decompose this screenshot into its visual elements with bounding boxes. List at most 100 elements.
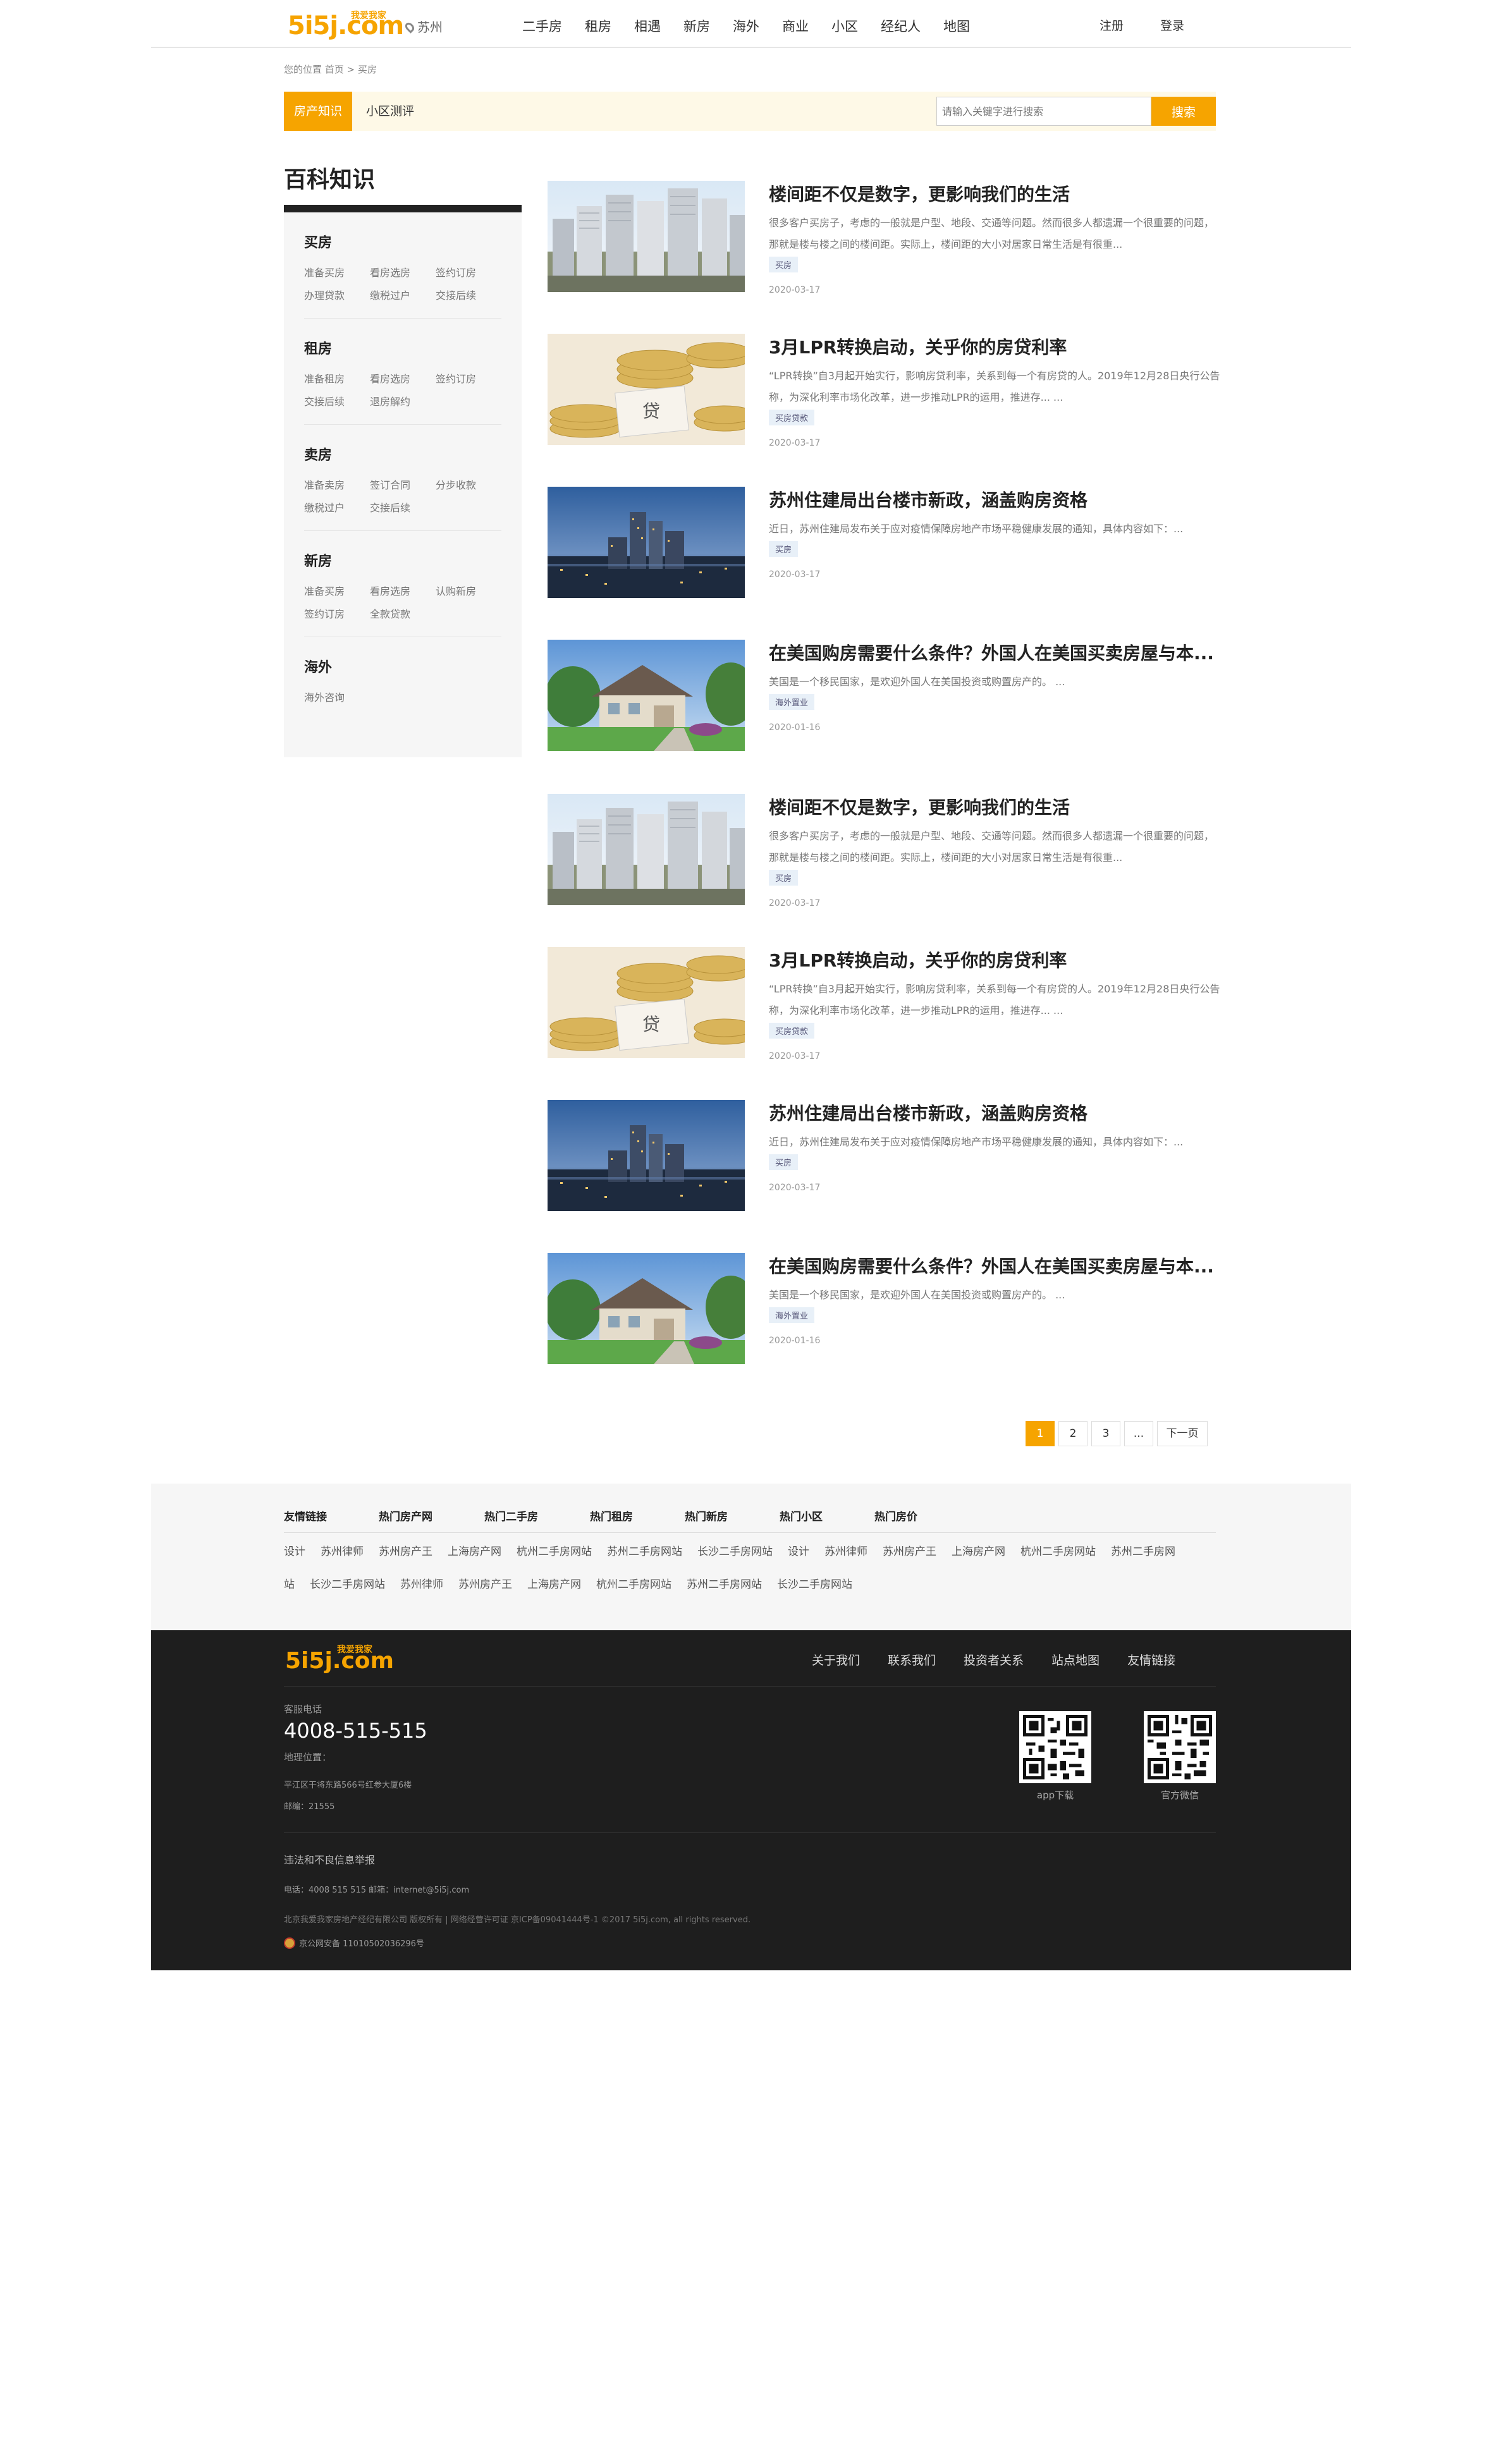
article-title[interactable]: 3月LPR转换启动，关乎你的房贷利率 [769, 947, 1222, 972]
category-title[interactable]: 卖房 [304, 444, 501, 464]
links-tab[interactable]: 友情链接 [284, 1508, 327, 1523]
footer-logo[interactable]: 5i5j.com 我爱我家 [285, 1640, 394, 1676]
footer-link-friends[interactable]: 友情链接 [1127, 1651, 1175, 1668]
category-link[interactable]: 缴税过户 [370, 287, 436, 302]
category-title[interactable]: 海外 [304, 656, 501, 676]
category-link[interactable]: 准备卖房 [304, 477, 370, 492]
friendly-link[interactable]: 苏州律师 [321, 1542, 364, 1558]
article-thumbnail[interactable] [548, 1253, 745, 1364]
nav-item-xiaoqu[interactable]: 小区 [831, 16, 858, 35]
friendly-link[interactable]: 长沙二手房网站 [777, 1575, 852, 1591]
friendly-link[interactable]: 苏州律师 [400, 1575, 443, 1591]
friendly-link[interactable]: 长沙二手房网站 [697, 1542, 773, 1558]
article-card[interactable]: 楼间距不仅是数字，更影响我们的生活 很多客户买房子，考虑的一般就是户型、地段、交通… [548, 181, 1218, 295]
article-card[interactable]: 贷 3月LPR转换启动，关乎你的房贷利率 “LPR转换”自3月起开始实行，影响房贷利… [548, 334, 1220, 448]
category-link[interactable]: 分步收款 [436, 477, 501, 492]
footer-link-contact[interactable]: 联系我们 [888, 1651, 936, 1668]
category-link[interactable]: 签约订房 [436, 370, 501, 386]
article-card[interactable]: 在美国购房需要什么条件？外国人在美国买卖房屋与本... 美国是一个移民国家，是欢迎… [548, 1253, 1218, 1364]
category-title[interactable]: 买房 [304, 231, 501, 252]
friendly-link[interactable]: 苏州二手房网站 [687, 1575, 762, 1591]
category-link[interactable]: 签约订房 [436, 264, 501, 279]
category-link[interactable]: 准备买房 [304, 583, 370, 598]
friendly-link[interactable]: 杭州二手房网站 [596, 1575, 671, 1591]
category-link[interactable]: 看房选房 [370, 583, 436, 598]
nav-item-ditu[interactable]: 地图 [943, 16, 970, 35]
page-3-button[interactable]: 3 [1091, 1421, 1120, 1446]
category-link[interactable]: 办理贷款 [304, 287, 370, 302]
article-card[interactable]: 苏州住建局出台楼市新政，涵盖购房资格 近日，苏州住建局发布关于应对疫情保障房地产市… [548, 487, 1218, 598]
category-link[interactable]: 签约订房 [304, 606, 370, 621]
footer-link-sitemap[interactable]: 站点地图 [1051, 1651, 1100, 1668]
article-card[interactable]: 苏州住建局出台楼市新政，涵盖购房资格 近日，苏州住建局发布关于应对疫情保障房地产市… [548, 1100, 1218, 1211]
footer-link-investor[interactable]: 投资者关系 [964, 1651, 1024, 1668]
category-link[interactable]: 看房选房 [370, 264, 436, 279]
article-card[interactable]: 贷 3月LPR转换启动，关乎你的房贷利率 “LPR转换”自3月起开始实行，影响房贷利… [548, 947, 1220, 1061]
friendly-link[interactable]: 上海房产网 [952, 1542, 1005, 1558]
article-thumbnail[interactable]: 贷 [548, 334, 745, 445]
links-tab[interactable]: 热门房产网 [379, 1508, 432, 1523]
nav-item-xinfang[interactable]: 新房 [683, 16, 710, 35]
friendly-link[interactable]: 杭州二手房网站 [1020, 1542, 1096, 1558]
friendly-link[interactable]: 苏州房产王 [458, 1575, 512, 1591]
article-card[interactable]: 楼间距不仅是数字，更影响我们的生活 很多客户买房子，考虑的一般就是户型、地段、交通… [548, 794, 1218, 908]
friendly-link[interactable]: 杭州二手房网站 [517, 1542, 592, 1558]
article-tag[interactable]: 海外置业 [769, 1307, 815, 1323]
article-tag[interactable]: 买房贷款 [769, 410, 815, 425]
nav-item-jingjiren[interactable]: 经纪人 [881, 16, 921, 35]
category-link[interactable]: 全款贷款 [370, 606, 436, 621]
friendly-link[interactable]: 设计 [788, 1542, 809, 1558]
tab-property-knowledge[interactable]: 房产知识 [284, 92, 352, 131]
category-link[interactable]: 退房解约 [370, 393, 436, 408]
article-title[interactable]: 楼间距不仅是数字，更影响我们的生活 [769, 794, 1222, 819]
friendly-link[interactable]: 上海房产网 [527, 1575, 581, 1591]
article-thumbnail[interactable] [548, 794, 745, 905]
category-title[interactable]: 租房 [304, 338, 501, 358]
site-logo[interactable]: 5i5j.com 我爱我家 [288, 9, 404, 40]
friendly-link[interactable]: 上海房产网 [448, 1542, 501, 1558]
article-thumbnail[interactable] [548, 181, 745, 292]
category-link[interactable]: 准备买房 [304, 264, 370, 279]
article-tag[interactable]: 买房 [769, 1154, 799, 1170]
article-thumbnail[interactable]: 贷 [548, 947, 745, 1058]
page-2-button[interactable]: 2 [1058, 1421, 1087, 1446]
article-tag[interactable]: 买房 [769, 541, 799, 557]
category-link[interactable]: 认购新房 [436, 583, 501, 598]
register-link[interactable]: 注册 [1100, 16, 1124, 34]
friendly-link[interactable]: 苏州二手房网站 [607, 1542, 682, 1558]
nav-item-ershoufang[interactable]: 二手房 [522, 16, 562, 35]
article-title[interactable]: 在美国购房需要什么条件？外国人在美国买卖房屋与本... [769, 640, 1222, 665]
search-button[interactable]: 搜索 [1151, 97, 1216, 126]
article-thumbnail[interactable] [548, 1100, 745, 1211]
article-thumbnail[interactable] [548, 487, 745, 598]
login-link[interactable]: 登录 [1160, 16, 1184, 34]
category-link[interactable]: 缴税过户 [304, 499, 370, 515]
category-link[interactable]: 交接后续 [304, 393, 370, 408]
nav-item-xiangyu[interactable]: 相遇 [634, 16, 661, 35]
links-tab[interactable]: 热门小区 [780, 1508, 823, 1523]
category-link[interactable]: 看房选房 [370, 370, 436, 386]
links-tab[interactable]: 热门新房 [685, 1508, 728, 1523]
footer-link-about[interactable]: 关于我们 [812, 1651, 860, 1668]
report-link[interactable]: 违法和不良信息举报 [284, 1851, 375, 1867]
article-tag[interactable]: 买房 [769, 257, 799, 272]
friendly-link[interactable]: 苏州房产王 [883, 1542, 936, 1558]
article-title[interactable]: 在美国购房需要什么条件？外国人在美国买卖房屋与本... [769, 1253, 1222, 1278]
city-selector[interactable]: 苏州 [403, 17, 443, 35]
links-tab[interactable]: 热门二手房 [484, 1508, 538, 1523]
friendly-link[interactable]: 苏州律师 [824, 1542, 867, 1558]
links-tab[interactable]: 热门租房 [590, 1508, 633, 1523]
article-tag[interactable]: 海外置业 [769, 694, 815, 710]
tab-community-review[interactable]: 小区测评 [355, 92, 426, 131]
article-tag[interactable]: 买房 [769, 870, 799, 886]
category-link[interactable]: 海外咨询 [304, 689, 370, 704]
category-link[interactable]: 交接后续 [370, 499, 436, 515]
article-title[interactable]: 苏州住建局出台楼市新政，涵盖购房资格 [769, 487, 1222, 512]
page-1-button[interactable]: 1 [1026, 1421, 1055, 1446]
next-page-button[interactable]: 下一页 [1157, 1421, 1208, 1446]
police-record[interactable]: 京公网安备 11010502036296号 [284, 1937, 424, 1949]
article-tag[interactable]: 买房贷款 [769, 1023, 815, 1039]
nav-item-zufang[interactable]: 租房 [585, 16, 611, 35]
nav-item-haiwai[interactable]: 海外 [733, 16, 759, 35]
search-input[interactable] [936, 97, 1151, 126]
